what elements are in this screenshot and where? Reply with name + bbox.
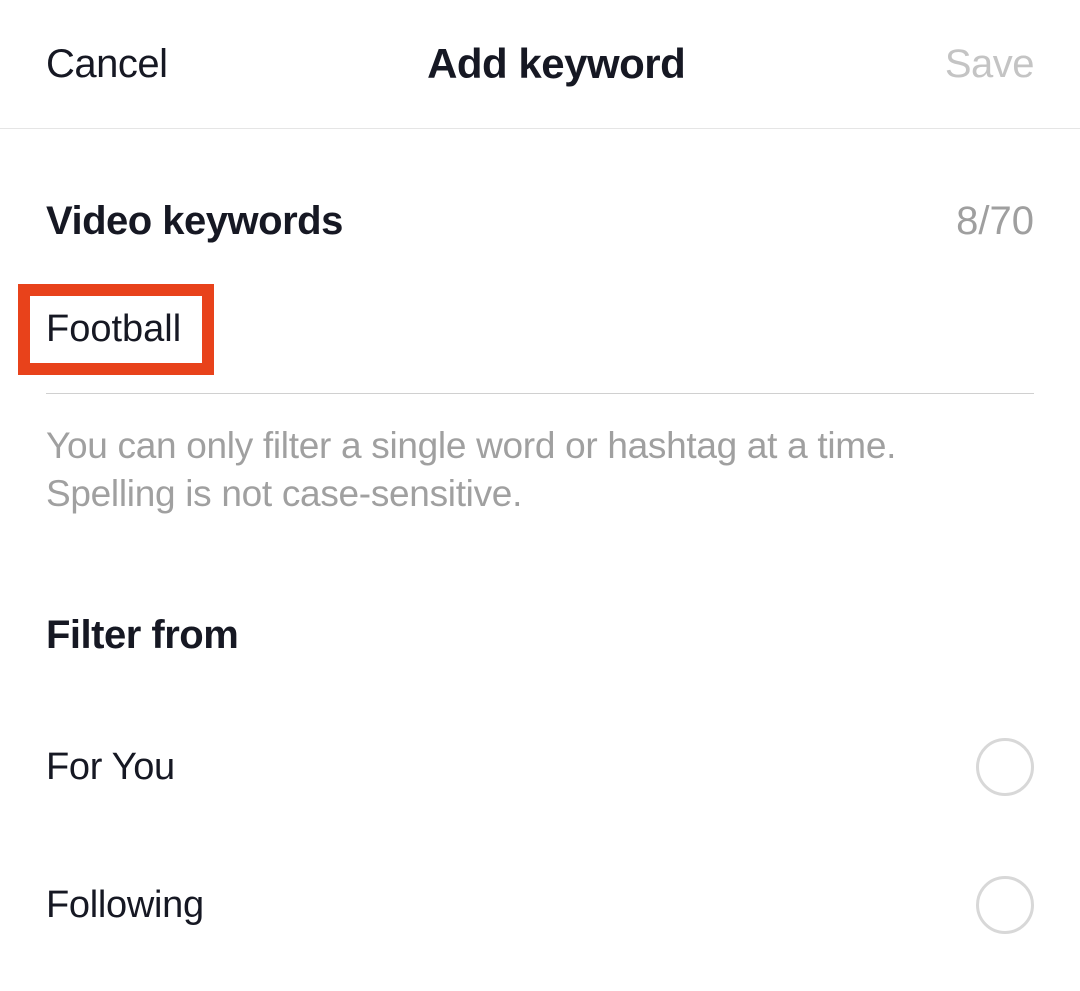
keyword-input-wrapper	[18, 284, 1034, 375]
content-area: Video keywords 8/70 You can only filter …	[0, 129, 1080, 974]
filter-option-following[interactable]: Following	[46, 836, 1034, 974]
input-underline	[46, 393, 1034, 394]
highlight-annotation	[18, 284, 214, 375]
filter-section: Filter from For You Following	[46, 518, 1034, 974]
page-title: Add keyword	[427, 40, 685, 88]
filter-option-for-you[interactable]: For You	[46, 698, 1034, 836]
character-counter: 8/70	[956, 199, 1034, 244]
keyword-input[interactable]	[46, 308, 186, 351]
keywords-section-title: Video keywords	[46, 199, 343, 244]
filter-label: For You	[46, 746, 175, 789]
filter-section-title: Filter from	[46, 613, 1034, 698]
filter-label: Following	[46, 884, 204, 927]
keywords-section-header: Video keywords 8/70	[46, 129, 1034, 284]
save-button[interactable]: Save	[945, 42, 1034, 87]
helper-text: You can only filter a single word or has…	[46, 422, 1034, 518]
cancel-button[interactable]: Cancel	[46, 42, 168, 87]
radio-icon	[976, 876, 1034, 934]
modal-header: Cancel Add keyword Save	[0, 0, 1080, 129]
radio-icon	[976, 738, 1034, 796]
